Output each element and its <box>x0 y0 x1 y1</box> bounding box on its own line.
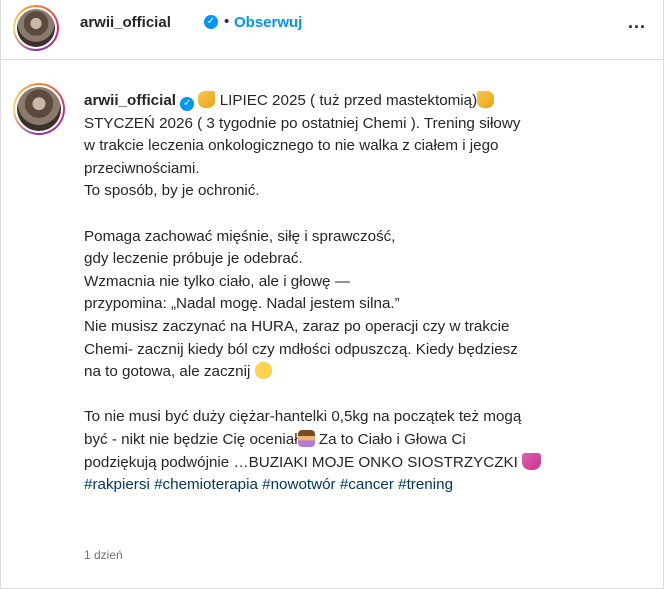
hashtag-link[interactable]: #cancer <box>340 476 394 493</box>
avatar-photo <box>17 9 55 47</box>
backhand-index-pointing-right-emoji-icon <box>477 91 495 108</box>
post-panel: arwii_official ✓ • Obserwuj ... arwii_of… <box>0 0 664 589</box>
caption-avatar[interactable] <box>13 83 65 135</box>
caption-line-11: Chemi- zacznij kiedy ból czy mdłości odp… <box>84 340 518 358</box>
caption-line-9: przypomina: „Nadal mogę. Nadal jestem si… <box>84 295 400 313</box>
caption-line-1: LIPIEC 2025 ( tuż przed mastektomią) <box>219 92 478 109</box>
hashtag-list: #rakpiersi #chemioterapia #nowotwór #can… <box>84 474 644 497</box>
smiling-face-emoji-icon <box>254 362 272 380</box>
post-timestamp[interactable]: 1 dzień <box>84 548 123 562</box>
woman-raising-hand-emoji-icon <box>297 429 315 447</box>
caption-line-12: na to gotowa, ale zacznij <box>84 363 251 381</box>
follow-button[interactable]: Obserwuj <box>234 14 302 31</box>
caption-line-3: w trakcie leczenia onkologicznego to nie… <box>84 137 499 155</box>
caption-line-5: To sposób, by je ochronić. <box>84 182 260 200</box>
caption-line-15: podziękują podwójnie …BUZIAKI MOJE ONKO … <box>84 453 518 471</box>
hashtag-link[interactable]: #chemioterapia <box>154 476 258 493</box>
header-avatar[interactable] <box>13 5 59 51</box>
backhand-index-pointing-left-emoji-icon <box>198 91 216 108</box>
caption-line-6: Pomaga zachować mięśnie, siłę i sprawczo… <box>84 227 396 245</box>
header-separator: • <box>224 13 230 30</box>
caption-line-2: STYCZEŃ 2026 ( 3 tygodnie po ostatniej C… <box>84 114 521 132</box>
verified-badge-icon: ✓ <box>180 97 195 111</box>
post-caption: arwii_official ✓ LIPIEC 2025 ( tuż przed… <box>84 90 644 497</box>
caption-line-14a: być - nikt nie będzie Cię oceniał <box>84 430 298 448</box>
caption-line-14b: Za to Ciało i Głowa Ci <box>318 430 466 448</box>
caption-line-7: gdy leczenie próbuje je odebrać. <box>84 250 303 268</box>
post-header: arwii_official ✓ • Obserwuj ... <box>1 0 664 60</box>
caption-line-8: Wzmacnia nie tylko ciało, ale i głowę — <box>84 272 350 290</box>
more-options-icon[interactable]: ... <box>628 12 646 33</box>
caption-line-4: przeciwnościami. <box>84 159 200 177</box>
header-username[interactable]: arwii_official <box>80 14 171 31</box>
pink-ribbon-emoji-icon <box>522 452 542 470</box>
hashtag-link[interactable]: #trening <box>398 476 453 493</box>
caption-line-13: To nie musi być duży ciężar-hantelki 0,5… <box>84 408 522 426</box>
caption-line-10: Nie musisz zaczynać na HURA, zaraz po op… <box>84 317 510 335</box>
hashtag-link[interactable]: #rakpiersi <box>84 476 150 493</box>
caption-username[interactable]: arwii_official <box>84 92 176 109</box>
hashtag-link[interactable]: #nowotwór <box>262 476 335 493</box>
avatar-photo <box>17 87 61 131</box>
verified-badge-icon: ✓ <box>204 15 218 29</box>
